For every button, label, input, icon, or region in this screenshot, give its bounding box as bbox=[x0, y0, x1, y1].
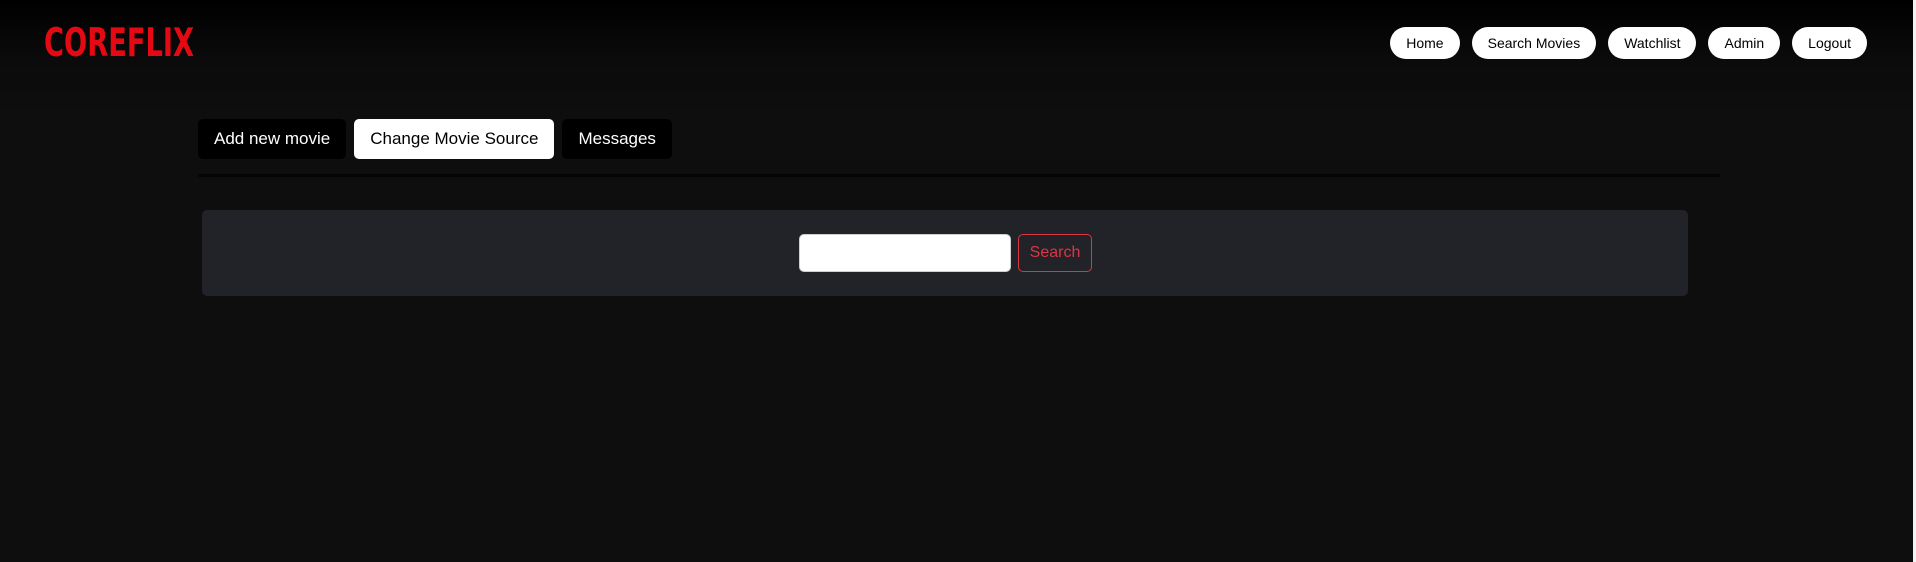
tabs-divider bbox=[198, 174, 1720, 177]
brand-logo[interactable]: COREFLIX bbox=[44, 22, 194, 62]
tab-add-new-movie[interactable]: Add new movie bbox=[198, 119, 347, 159]
svg-text:COREFLIX: COREFLIX bbox=[44, 22, 194, 62]
nav-admin-link[interactable]: Admin bbox=[1708, 27, 1781, 59]
navbar: COREFLIX Home Search Movies Watchlist Ad… bbox=[0, 0, 1916, 86]
nav-search-movies-link[interactable]: Search Movies bbox=[1471, 27, 1597, 59]
tab-messages[interactable]: Messages bbox=[562, 119, 672, 159]
search-panel: Search bbox=[202, 210, 1688, 296]
search-input[interactable] bbox=[799, 234, 1011, 272]
nav-watchlist-link[interactable]: Watchlist bbox=[1608, 27, 1697, 59]
nav-home-link[interactable]: Home bbox=[1390, 27, 1460, 59]
search-button[interactable]: Search bbox=[1018, 234, 1092, 272]
coreflix-logo-icon: COREFLIX bbox=[44, 22, 194, 62]
page: COREFLIX Home Search Movies Watchlist Ad… bbox=[0, 0, 1916, 562]
nav-logout-link[interactable]: Logout bbox=[1792, 27, 1867, 59]
nav-links: Home Search Movies Watchlist Admin Logou… bbox=[1390, 27, 1867, 59]
admin-tabs: Add new movie Change Movie Source Messag… bbox=[198, 119, 672, 159]
tab-change-movie-source[interactable]: Change Movie Source bbox=[354, 119, 555, 159]
